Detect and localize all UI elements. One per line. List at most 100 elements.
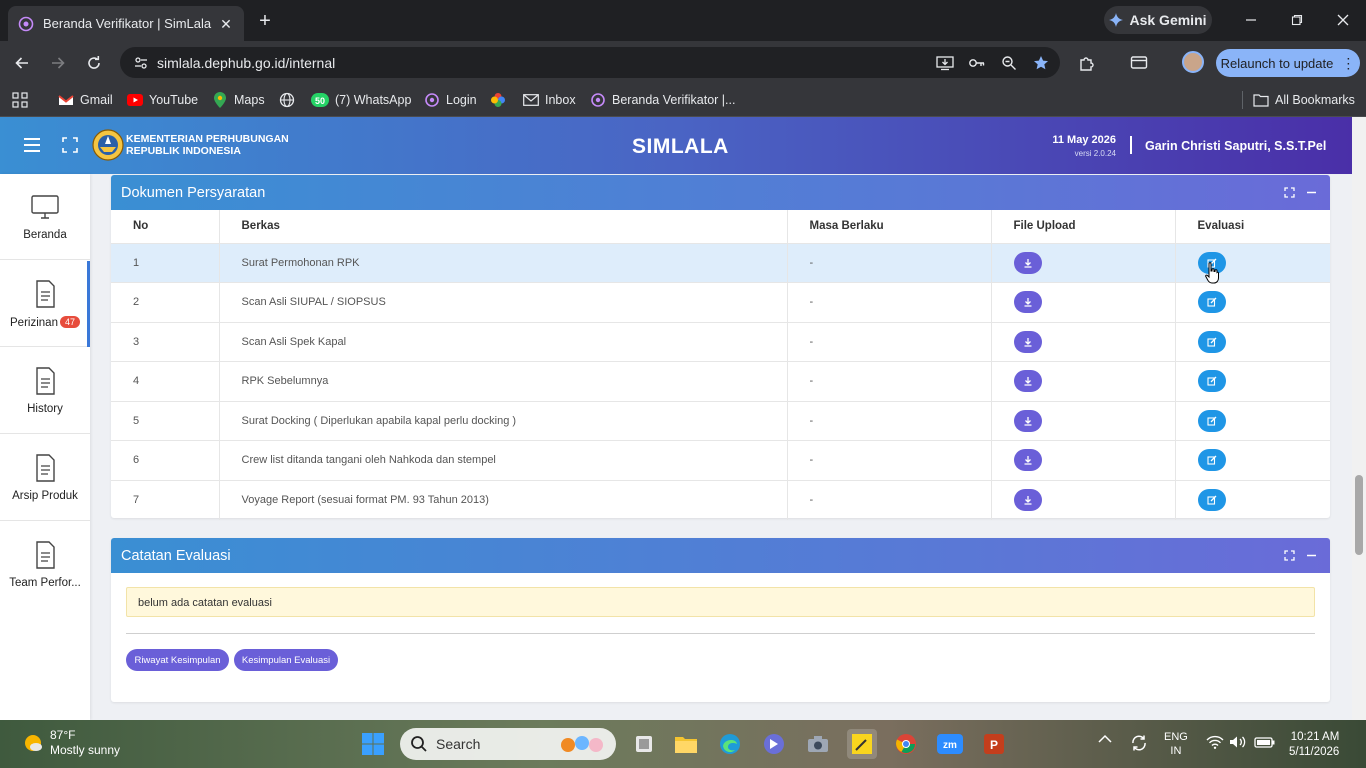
download-file-button[interactable] xyxy=(1013,489,1042,511)
tab-close-icon[interactable]: ✕ xyxy=(218,16,234,32)
cell-no: 7 xyxy=(111,479,220,520)
user-name[interactable]: Garin Christi Saputri, S.S.T.Pel xyxy=(1145,139,1326,153)
apps-grid-icon[interactable] xyxy=(12,91,28,109)
kesimpulan-evaluasi-button[interactable]: Kesimpulan Evaluasi xyxy=(234,649,338,671)
browser-tab-active[interactable]: Beranda Verifikator | SimLala ✕ xyxy=(8,6,244,41)
maximize-card-icon[interactable] xyxy=(1282,185,1296,199)
bookmark-globe[interactable] xyxy=(279,91,301,109)
cell-masa-berlaku: - xyxy=(787,440,992,480)
all-bookmarks[interactable]: All Bookmarks xyxy=(1242,91,1355,109)
bookmark-inbox[interactable]: Inbox xyxy=(523,91,576,109)
forward-button[interactable] xyxy=(45,50,71,76)
bookmark-label: Maps xyxy=(234,93,265,107)
close-window-icon[interactable] xyxy=(1330,8,1356,32)
profile-avatar[interactable] xyxy=(1182,51,1204,73)
chrome-browser-icon[interactable] xyxy=(891,729,921,759)
task-view-icon[interactable] xyxy=(629,729,659,759)
bookmark-login[interactable]: Login xyxy=(424,91,477,109)
card-tools xyxy=(1274,185,1318,199)
app-header: KEMENTERIAN PERHUBUNGAN REPUBLIK INDONES… xyxy=(0,117,1352,174)
bookmark-star-icon[interactable] xyxy=(1028,50,1054,76)
file-explorer-icon[interactable] xyxy=(671,729,701,759)
extensions-puzzle-icon[interactable] xyxy=(1074,50,1100,76)
minimize-window-icon[interactable] xyxy=(1238,8,1264,32)
windows-start-icon[interactable] xyxy=(358,729,388,759)
sidebar-item-arsip-produk[interactable]: Arsip Produk xyxy=(0,435,90,521)
powerpoint-icon[interactable]: P xyxy=(979,729,1009,759)
edge-browser-icon[interactable] xyxy=(715,729,745,759)
download-icon xyxy=(1023,297,1033,307)
more-menu-icon[interactable]: ⋮ xyxy=(1341,55,1355,72)
new-tab-button[interactable]: + xyxy=(254,10,276,32)
cell-berkas: Crew list ditanda tangani oleh Nahkoda d… xyxy=(219,440,788,480)
wifi-icon[interactable] xyxy=(1206,735,1224,749)
ask-gemini-label: Ask Gemini xyxy=(1129,12,1207,28)
bookmark-gmail[interactable]: Gmail xyxy=(58,91,113,109)
evaluate-edit-button[interactable] xyxy=(1197,370,1226,393)
maximize-card-icon[interactable] xyxy=(1282,548,1296,562)
ask-gemini-button[interactable]: Ask Gemini xyxy=(1104,6,1212,34)
bookmark-youtube[interactable]: YouTube xyxy=(127,91,198,109)
system-clock[interactable]: 10:21 AM 5/11/2026 xyxy=(1289,730,1339,760)
cell-file-upload xyxy=(991,242,1176,283)
download-file-button[interactable] xyxy=(1013,330,1042,353)
evaluate-edit-button[interactable] xyxy=(1197,291,1226,314)
download-file-button[interactable] xyxy=(1013,251,1042,274)
all-bookmarks-label: All Bookmarks xyxy=(1275,93,1355,107)
maps-icon xyxy=(212,92,228,108)
back-button[interactable] xyxy=(9,50,35,76)
evaluate-edit-button[interactable] xyxy=(1197,409,1226,432)
download-file-button[interactable] xyxy=(1013,291,1042,314)
sidebar-item-perizinan[interactable]: Perizinan 47 xyxy=(0,261,90,347)
card-title: Dokumen Persyaratan xyxy=(121,184,266,201)
address-bar[interactable]: simlala.dephub.go.id/internal xyxy=(120,47,1060,78)
cell-evaluasi xyxy=(1175,361,1330,401)
sidebar-item-team-performance[interactable]: Team Perfor... xyxy=(0,522,90,608)
site-icon xyxy=(590,92,606,108)
taskbar-search-box[interactable]: Search xyxy=(400,728,616,760)
hamburger-menu-icon[interactable] xyxy=(24,137,42,153)
expand-fullscreen-icon[interactable] xyxy=(62,137,78,153)
show-hidden-icons-icon[interactable] xyxy=(1098,734,1112,744)
bookmarks-bar: Gmail YouTube Maps (7) WhatsApp Login In… xyxy=(0,83,1366,117)
battery-icon[interactable] xyxy=(1254,735,1276,749)
bookmark-maps[interactable]: Maps xyxy=(212,91,265,109)
download-file-button[interactable] xyxy=(1013,409,1042,432)
weather-widget[interactable]: 87°F Mostly sunny xyxy=(22,728,120,758)
relaunch-update-button[interactable]: Relaunch to update ⋮ xyxy=(1216,49,1360,77)
sidebar-item-history[interactable]: History xyxy=(0,348,90,434)
cell-file-upload xyxy=(991,282,1176,322)
page-scrollbar[interactable] xyxy=(1352,117,1366,720)
scrollbar-thumb[interactable] xyxy=(1355,475,1363,555)
shield-app-icon[interactable] xyxy=(759,729,789,759)
tab-search-icon[interactable] xyxy=(1126,50,1152,76)
sticky-notes-icon[interactable] xyxy=(847,729,877,759)
site-settings-icon[interactable] xyxy=(131,53,151,73)
sidebar-item-beranda[interactable]: Beranda xyxy=(0,174,90,260)
sidebar-item-label: History xyxy=(27,403,63,415)
evaluate-edit-button[interactable] xyxy=(1197,330,1226,353)
download-file-button[interactable] xyxy=(1013,449,1042,472)
restore-window-icon[interactable] xyxy=(1284,8,1310,32)
collapse-card-icon[interactable] xyxy=(1304,548,1318,562)
bookmark-photos[interactable] xyxy=(490,91,512,109)
address-toolbar: simlala.dephub.go.id/internal xyxy=(0,41,1366,83)
zoom-app-icon[interactable]: zm xyxy=(935,729,965,759)
cell-berkas: Voyage Report (sesuai format PM. 93 Tahu… xyxy=(219,479,788,520)
volume-icon[interactable] xyxy=(1229,735,1247,749)
windows-taskbar: 87°F Mostly sunny Search zm P ENG IN 10:21… xyxy=(0,720,1366,768)
input-language-indicator[interactable]: ENG IN xyxy=(1164,730,1188,758)
password-key-icon[interactable] xyxy=(964,50,990,76)
pinwheel-icon xyxy=(490,92,506,108)
sync-icon[interactable] xyxy=(1130,734,1148,752)
bookmark-beranda[interactable]: Beranda Verifikator |... xyxy=(590,91,735,109)
zoom-icon[interactable] xyxy=(996,50,1022,76)
riwayat-kesimpulan-button[interactable]: Riwayat Kesimpulan xyxy=(126,649,229,671)
reload-button[interactable] xyxy=(81,50,107,76)
evaluate-edit-button[interactable] xyxy=(1197,449,1226,472)
collapse-card-icon[interactable] xyxy=(1304,185,1318,199)
install-app-icon[interactable] xyxy=(932,50,958,76)
evaluate-edit-button[interactable] xyxy=(1197,489,1226,511)
download-file-button[interactable] xyxy=(1013,370,1042,393)
camera-app-icon[interactable] xyxy=(803,729,833,759)
